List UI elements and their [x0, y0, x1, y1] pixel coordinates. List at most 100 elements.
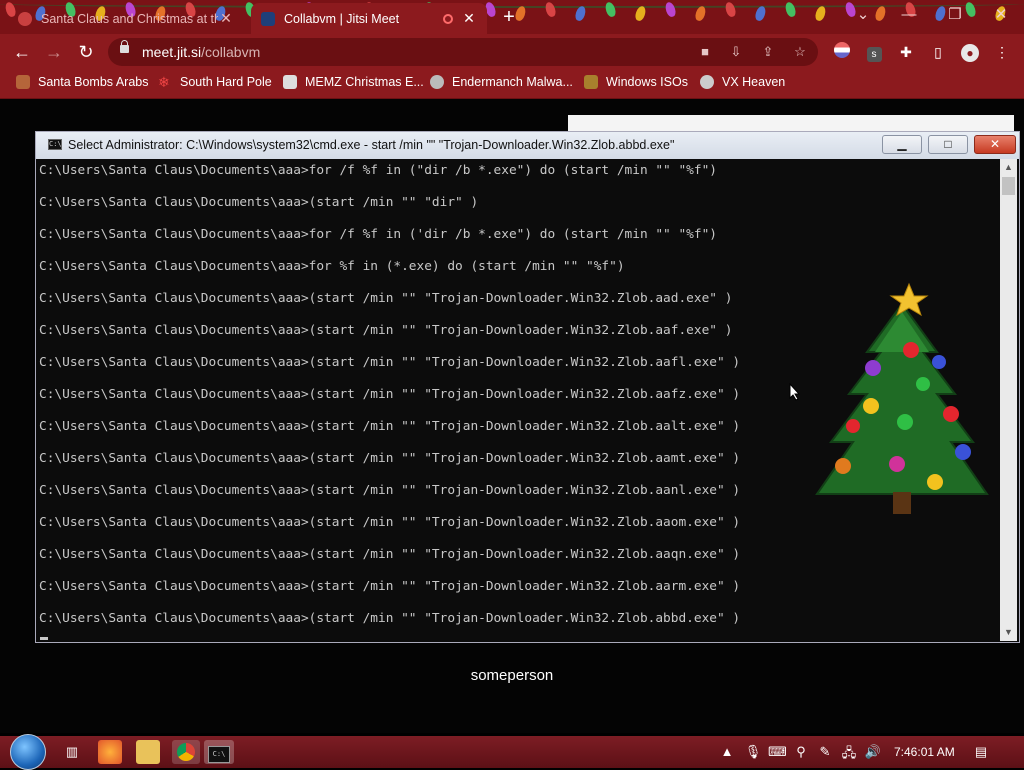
console-cursor	[40, 637, 48, 640]
side-panel-icon[interactable]: ▯	[928, 42, 948, 62]
bookmark-label: South Hard Pole	[180, 75, 272, 89]
menu-kebab-icon[interactable]: ⋮	[992, 42, 1012, 62]
camera-icon[interactable]: ■	[697, 44, 713, 60]
search-tray-icon[interactable]: ⚲	[792, 744, 810, 760]
extension-flag-icon[interactable]	[832, 42, 852, 62]
browser-tab-strip: Santa Claus and Christmas at th ✕ Collab…	[0, 0, 1024, 34]
bookmark-south-hard-pole[interactable]: ❄ South Hard Pole	[158, 75, 272, 89]
volume-icon[interactable]: 🔊	[864, 744, 882, 760]
bookmark-windows-isos[interactable]: Windows ISOs	[584, 75, 688, 89]
console-line: C:\Users\Santa Claus\Documents\aaa>(star…	[39, 323, 733, 338]
console-line: C:\Users\Santa Claus\Documents\aaa>(star…	[39, 387, 741, 402]
restore-window-icon[interactable]: ❐	[932, 0, 978, 30]
tab-search-icon[interactable]: ⌄	[840, 0, 886, 30]
christmas-tree-decoration	[815, 282, 989, 514]
mouse-pointer-icon	[789, 383, 801, 401]
snowflake-icon: ❄	[158, 74, 170, 90]
minimize-window-icon[interactable]: —	[886, 0, 932, 30]
christmas-light-icon	[753, 4, 768, 23]
console-line: C:\Users\Santa Claus\Documents\aaa>(star…	[39, 419, 741, 434]
console-line: C:\Users\Santa Claus\Documents\aaa>for %…	[39, 259, 625, 274]
bookmark-vx-heaven[interactable]: VX Heaven	[700, 75, 785, 89]
santa-favicon-icon	[18, 11, 32, 26]
bookmark-label: VX Heaven	[722, 75, 786, 89]
cmd-title-bar[interactable]: C:\ Select Administrator: C:\Windows\sys…	[36, 132, 1019, 159]
bookmark-star-icon[interactable]: ☆	[792, 44, 808, 60]
back-button[interactable]: ←	[10, 41, 34, 63]
address-bar[interactable]: meet.jit.si/collabvm ■ ⇩ ⇪ ☆	[108, 38, 818, 66]
task-view-icon[interactable]: ▥	[60, 740, 84, 764]
extension-s-icon[interactable]: s	[864, 42, 884, 62]
windows-isos-favicon-icon	[584, 75, 598, 89]
console-line: C:\Users\Santa Claus\Documents\aaa>(star…	[39, 195, 479, 210]
scrollbar-thumb[interactable]	[1002, 177, 1015, 195]
browser-toolbar: ← → ↻ meet.jit.si/collabvm ■ ⇩ ⇪ ☆ s ✚ ▯…	[0, 34, 1024, 70]
start-button[interactable]	[10, 734, 46, 770]
cmd-close-button[interactable]: ✕	[974, 135, 1016, 154]
microphone-icon[interactable]: 🎙	[744, 744, 762, 760]
console-line: C:\Users\Santa Claus\Documents\aaa>(star…	[39, 483, 741, 498]
cmd-maximize-button[interactable]: □	[928, 135, 968, 154]
close-window-icon[interactable]: ✕	[978, 0, 1024, 30]
bookmark-endermanch-malware[interactable]: Endermanch Malwa...	[430, 75, 573, 89]
console-line: C:\Users\Santa Claus\Documents\aaa>for /…	[39, 163, 717, 178]
vx-heaven-favicon-icon	[700, 75, 714, 89]
network-icon[interactable]: 🖧	[840, 744, 858, 766]
url-text[interactable]: meet.jit.si/collabvm	[142, 44, 260, 60]
scroll-down-arrow-icon[interactable]: ▼	[1000, 624, 1017, 641]
bookmark-label: MEMZ Christmas E...	[305, 75, 424, 89]
chrome-taskbar-icon[interactable]	[172, 740, 200, 764]
tab-santa-claus[interactable]: Santa Claus and Christmas at th ✕	[8, 3, 244, 34]
bookmark-label: Santa Bombs Arabs	[38, 75, 149, 89]
windows-taskbar: ▥ C:\ ▲ 🎙 ⌨ ⚲ ✎ 🖧 🔊 7:46:01 AM ▤	[0, 734, 1024, 770]
bookmarks-bar: Santa Bombs Arabs ❄ South Hard Pole MEMZ…	[0, 70, 1024, 99]
console-line: C:\Users\Santa Claus\Documents\aaa>(star…	[39, 515, 741, 530]
extensions-puzzle-icon[interactable]: ✚	[896, 42, 916, 62]
firefox-icon[interactable]	[98, 740, 122, 764]
profile-avatar-icon[interactable]: ●	[960, 42, 980, 62]
lock-icon[interactable]	[120, 40, 129, 53]
cmd-window-title: Select Administrator: C:\Windows\system3…	[68, 138, 675, 152]
tab-title: Santa Claus and Christmas at th	[41, 11, 218, 26]
console-line: C:\Users\Santa Claus\Documents\aaa>for /…	[39, 227, 717, 242]
endermanch-favicon-icon	[430, 75, 444, 89]
console-line: C:\Users\Santa Claus\Documents\aaa>(star…	[39, 291, 733, 306]
memz-favicon-icon	[283, 75, 297, 89]
close-tab-icon[interactable]: ✕	[461, 10, 477, 27]
console-line: C:\Users\Santa Claus\Documents\aaa>(star…	[39, 451, 741, 466]
participant-name-label: someperson	[470, 667, 554, 684]
bookmark-label: Windows ISOs	[606, 75, 688, 89]
cmd-taskbar-icon[interactable]: C:\	[204, 740, 234, 764]
christmas-light-icon	[813, 4, 828, 23]
bookmark-santa-bombs-arabs[interactable]: Santa Bombs Arabs	[16, 75, 148, 89]
new-tab-button[interactable]: +	[498, 6, 520, 29]
recording-indicator-icon	[443, 13, 453, 24]
bookmark-label: Endermanch Malwa...	[452, 75, 573, 89]
tab-collabvm-jitsi[interactable]: Collabvm | Jitsi Meet ✕	[251, 3, 487, 34]
console-line: C:\Users\Santa Claus\Documents\aaa>(star…	[39, 611, 741, 626]
cmd-minimize-button[interactable]: ▁	[882, 135, 922, 154]
forward-button[interactable]: →	[42, 41, 66, 63]
console-line: C:\Users\Santa Claus\Documents\aaa>(star…	[39, 547, 741, 562]
url-host: meet.jit.si	[142, 44, 202, 60]
console-line: C:\Users\Santa Claus\Documents\aaa>(star…	[39, 355, 741, 370]
reload-button[interactable]: ↻	[74, 41, 98, 63]
console-line: C:\Users\Santa Claus\Documents\aaa>(star…	[39, 579, 741, 594]
taskbar-clock[interactable]: 7:46:01 AM	[894, 745, 955, 759]
notifications-icon[interactable]: ▤	[972, 744, 990, 760]
close-tab-icon[interactable]: ✕	[218, 10, 234, 27]
scroll-up-arrow-icon[interactable]: ▲	[1000, 159, 1017, 176]
bookmark-favicon-icon	[16, 75, 30, 89]
show-hidden-icons-icon[interactable]: ▲	[718, 744, 736, 759]
url-path: /collabvm	[201, 44, 261, 60]
keyboard-layout-icon[interactable]: ⌨	[768, 744, 787, 760]
share-icon[interactable]: ⇪	[760, 44, 776, 60]
cmd-window-icon: C:\	[48, 139, 62, 150]
cmd-scrollbar[interactable]: ▲ ▼	[1000, 159, 1017, 641]
pen-tray-icon[interactable]: ✎	[816, 744, 834, 760]
tab-title: Collabvm | Jitsi Meet	[284, 11, 400, 26]
jitsi-favicon-icon	[261, 11, 275, 26]
bookmark-memz-christmas[interactable]: MEMZ Christmas E...	[283, 75, 424, 89]
file-explorer-icon[interactable]	[136, 740, 160, 764]
install-app-icon[interactable]: ⇩	[728, 44, 744, 60]
